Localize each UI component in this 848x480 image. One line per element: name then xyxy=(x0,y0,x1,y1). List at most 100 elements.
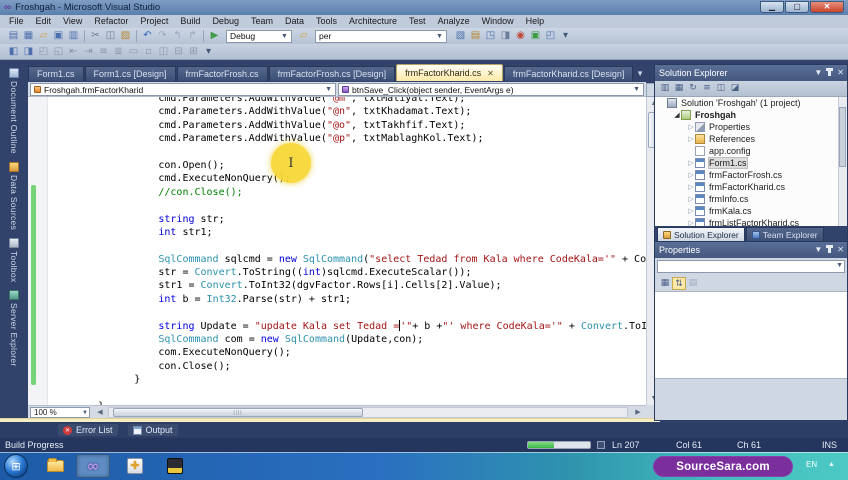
open-file-icon[interactable]: ▱ xyxy=(36,29,51,43)
solution-explorer-shortcut-icon[interactable]: ▧ xyxy=(453,29,468,43)
display-object-member-list-icon[interactable]: ◧ xyxy=(6,45,21,59)
menu-item-analyze[interactable]: Analyze xyxy=(432,15,476,28)
solution-explorer-title-bar[interactable]: Solution Explorer ▼ ✕ xyxy=(655,65,847,81)
menu-item-team[interactable]: Team xyxy=(245,15,279,28)
tree-scroll-thumb[interactable] xyxy=(839,107,846,167)
alphabetical-icon[interactable]: ⇅ xyxy=(672,276,686,290)
uncomment-lines-icon[interactable]: ≣ xyxy=(111,45,126,59)
tree-scrollbar[interactable] xyxy=(838,97,847,226)
types-dropdown[interactable]: Froshgah.frmFactorKharid ▼ xyxy=(30,83,336,96)
menu-item-help[interactable]: Help xyxy=(520,15,551,28)
copy-icon[interactable]: ◫ xyxy=(103,29,118,43)
tree-item-froshgah[interactable]: ◢ Froshgah xyxy=(655,109,847,121)
paste-icon[interactable]: ▨ xyxy=(118,29,133,43)
minimize-button[interactable]: ▁ xyxy=(760,1,784,13)
tree-item-solution-froshgah-1-project-[interactable]: Solution 'Froshgah' (1 project) xyxy=(655,97,847,109)
object-browser-icon[interactable]: ◳ xyxy=(483,29,498,43)
cut-icon[interactable]: ✂ xyxy=(88,29,103,43)
refresh-icon[interactable]: ↻ xyxy=(686,82,700,95)
next-bookmark-icon[interactable]: ⊞ xyxy=(186,45,201,59)
tree-item-frmlistfactorkharid-cs[interactable]: ▷ frmListFactorKharid.cs xyxy=(655,217,847,226)
tree-item-frmfactorfrosh-cs[interactable]: ▷ frmFactorFrosh.cs xyxy=(655,169,847,181)
close-icon[interactable]: ✕ xyxy=(837,244,844,255)
collapse-arrow-icon[interactable]: ◢ xyxy=(673,111,681,119)
taskbar-explorer-button[interactable] xyxy=(38,454,72,478)
add-item-icon[interactable]: ▦ xyxy=(21,29,36,43)
view-class-diagram-icon[interactable]: ◪ xyxy=(728,82,742,95)
display-word-completion-icon[interactable]: ◱ xyxy=(51,45,66,59)
display-quick-info-icon[interactable]: ◰ xyxy=(36,45,51,59)
comment-lines-icon[interactable]: ≡ xyxy=(96,45,111,59)
tab-team-explorer[interactable]: Team Explorer xyxy=(745,227,824,242)
undo-edit-icon[interactable]: ▭ xyxy=(126,45,141,59)
tree-item-references[interactable]: ▷ References xyxy=(655,133,847,145)
toolbar2-options-icon[interactable]: ▾ xyxy=(201,45,216,59)
menu-item-build[interactable]: Build xyxy=(174,15,206,28)
tree-item-frmfactorkharid-cs[interactable]: ▷ frmFactorKharid.cs xyxy=(655,181,847,193)
close-button[interactable]: ✕ xyxy=(810,1,844,13)
find-input[interactable]: per ▼ xyxy=(315,29,447,43)
expand-arrow-icon[interactable]: ▷ xyxy=(687,123,695,131)
new-project-icon[interactable]: ▤ xyxy=(6,29,21,43)
menu-item-file[interactable]: File xyxy=(3,15,30,28)
start-button[interactable]: ⊞ xyxy=(4,454,28,478)
tab-form1-cs[interactable]: Form1.cs xyxy=(28,66,84,81)
toolbox-shortcut-icon[interactable]: ◨ xyxy=(498,29,513,43)
properties-title-bar[interactable]: Properties ▼ ✕ xyxy=(655,242,847,258)
expand-arrow-icon[interactable]: ▷ xyxy=(687,219,695,226)
tab-frmfactorkharid-cs[interactable]: frmFactorKharid.cs ✕ xyxy=(396,64,503,81)
menu-item-window[interactable]: Window xyxy=(476,15,520,28)
sidebar-tab-server-explorer[interactable]: Server Explorer xyxy=(0,290,28,367)
previous-bookmark-icon[interactable]: ⊟ xyxy=(171,45,186,59)
window-position-icon[interactable]: ▼ xyxy=(814,67,822,78)
decrease-indent-icon[interactable]: ⇤ xyxy=(66,45,81,59)
categorized-icon[interactable]: ▦ xyxy=(658,277,672,290)
maximize-button[interactable]: ▢ xyxy=(785,1,809,13)
save-icon[interactable]: ▣ xyxy=(51,29,66,43)
increase-indent-icon[interactable]: ⇥ xyxy=(81,45,96,59)
display-parameter-info-icon[interactable]: ◨ xyxy=(21,45,36,59)
horizontal-scroll-thumb[interactable]: |||| xyxy=(113,408,363,417)
taskbar-tools-button[interactable]: ✚ xyxy=(118,454,152,478)
tree-item-app-config[interactable]: app.config xyxy=(655,145,847,157)
expand-arrow-icon[interactable]: ▷ xyxy=(687,183,695,191)
horizontal-scrollbar[interactable]: |||| xyxy=(108,407,628,418)
tree-item-frmkala-cs[interactable]: ▷ frmKala.cs xyxy=(655,205,847,217)
code-editor[interactable]: cmd.Parameters.AddWithValue("@m", txtMal… xyxy=(28,97,646,405)
tab-overflow-icon[interactable]: ▼ xyxy=(636,69,644,78)
tab-solution-explorer[interactable]: Solution Explorer xyxy=(657,227,745,242)
window-position-icon[interactable]: ▼ xyxy=(814,244,822,255)
expand-arrow-icon[interactable]: ▷ xyxy=(687,135,695,143)
tray-expand-icon[interactable]: ▲ xyxy=(828,461,835,468)
expand-arrow-icon[interactable]: ▷ xyxy=(687,159,695,167)
sidebar-tab-data-sources[interactable]: Data Sources xyxy=(0,161,28,230)
menu-item-architecture[interactable]: Architecture xyxy=(343,15,403,28)
properties-grid[interactable] xyxy=(655,291,847,379)
show-all-files-icon[interactable]: ▦ xyxy=(672,82,686,95)
scroll-right-icon[interactable]: ▶ xyxy=(632,407,644,418)
redo-icon[interactable]: ↷ xyxy=(155,29,170,43)
expand-arrow-icon[interactable]: ▷ xyxy=(687,207,695,215)
immediate-window-icon[interactable]: ▣ xyxy=(528,29,543,43)
properties-object-dropdown[interactable]: ▼ xyxy=(657,260,845,273)
undo-icon[interactable]: ↶ xyxy=(140,29,155,43)
menu-item-view[interactable]: View xyxy=(57,15,88,28)
find-in-files-icon[interactable]: ▱ xyxy=(296,29,311,43)
property-pages-icon[interactable]: ▤ xyxy=(686,277,700,290)
panel-tab-output[interactable]: Output xyxy=(127,424,178,436)
view-code-icon[interactable]: ≡ xyxy=(700,82,714,95)
close-icon[interactable]: ✕ xyxy=(837,67,844,78)
sidebar-tab-document-outline[interactable]: Document Outline xyxy=(0,68,28,154)
menu-item-debug[interactable]: Debug xyxy=(206,15,245,28)
menu-item-data[interactable]: Data xyxy=(279,15,310,28)
taskbar-visual-studio-button[interactable]: ∞ xyxy=(76,454,110,478)
navigate-forward-icon[interactable]: ↱ xyxy=(185,29,200,43)
tab-frmfactorfrosh-cs-design-[interactable]: frmFactorFrosh.cs [Design] xyxy=(268,66,396,81)
expand-arrow-icon[interactable]: ▷ xyxy=(687,195,695,203)
start-debug-icon[interactable]: ▶ xyxy=(207,29,222,43)
menu-item-project[interactable]: Project xyxy=(134,15,174,28)
editor-zoom-dropdown[interactable]: 100 % ▼ xyxy=(30,407,90,418)
language-indicator[interactable]: EN xyxy=(806,460,817,469)
taskbar-capture-button[interactable] xyxy=(158,454,192,478)
pin-icon[interactable] xyxy=(826,68,834,76)
